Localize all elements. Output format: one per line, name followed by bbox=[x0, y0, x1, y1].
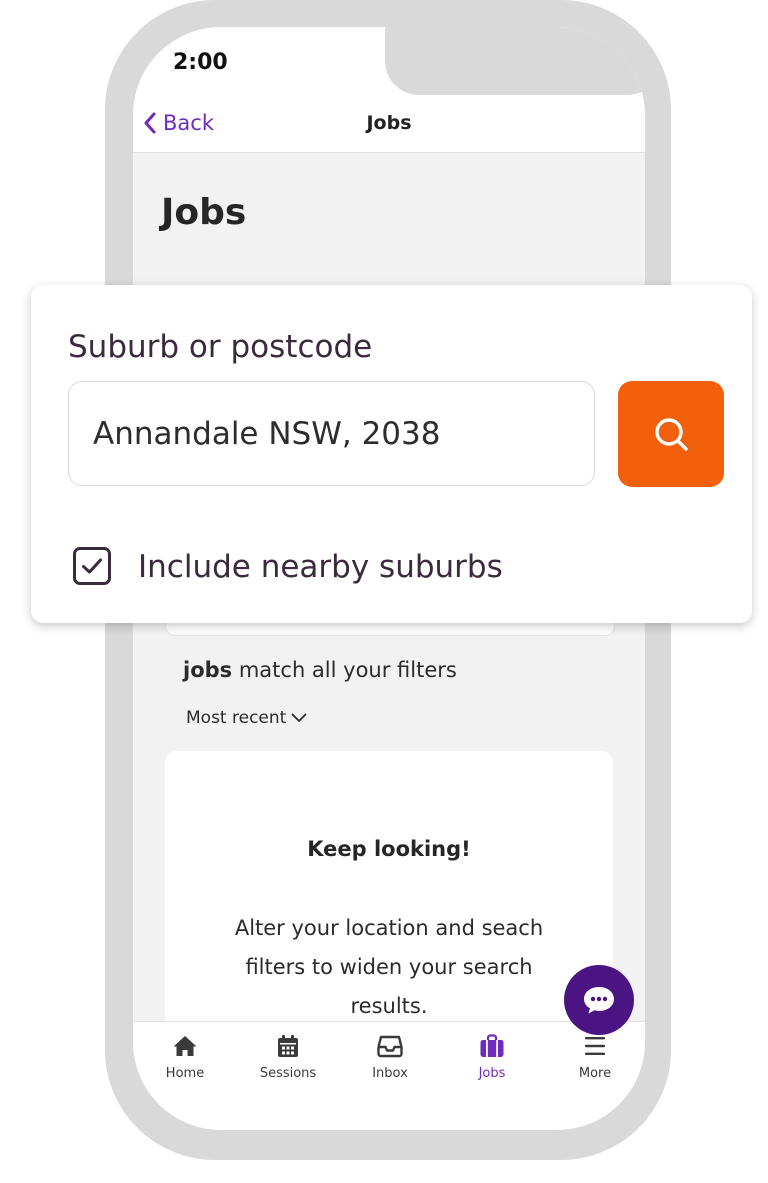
chat-button[interactable] bbox=[564, 965, 634, 1035]
chat-icon bbox=[584, 987, 614, 1014]
nearby-suburbs-checkbox[interactable] bbox=[73, 547, 111, 585]
empty-state-title: Keep looking! bbox=[307, 837, 471, 861]
tab-label: Jobs bbox=[478, 1066, 506, 1081]
tab-sessions[interactable]: Sessions bbox=[237, 1022, 339, 1102]
briefcase-icon bbox=[480, 1034, 504, 1057]
search-icon bbox=[655, 418, 688, 451]
inbox-icon bbox=[377, 1035, 403, 1058]
location-search-card: Suburb or postcode Include nearby suburb… bbox=[31, 285, 752, 623]
nearby-suburbs-label: Include nearby suburbs bbox=[138, 549, 503, 585]
notch bbox=[385, 27, 645, 95]
sort-label: Most recent bbox=[186, 708, 287, 728]
status-time: 2:00 bbox=[173, 50, 228, 75]
location-field-label: Suburb or postcode bbox=[68, 329, 373, 365]
sort-select[interactable]: Most recent bbox=[186, 708, 307, 728]
empty-state-body: Alter your location and seach filters to… bbox=[234, 916, 544, 1018]
calendar-icon bbox=[278, 1035, 298, 1057]
checkmark-icon bbox=[82, 558, 102, 574]
search-button[interactable] bbox=[618, 381, 724, 487]
tab-home[interactable]: Home bbox=[134, 1022, 236, 1102]
match-count-word: jobs bbox=[183, 658, 233, 682]
tab-label: More bbox=[578, 1066, 612, 1081]
nav-title: Jobs bbox=[366, 112, 412, 134]
home-icon bbox=[173, 1036, 197, 1056]
tab-label: Inbox bbox=[372, 1066, 408, 1081]
match-summary-text: match all your filters bbox=[232, 658, 457, 682]
chevron-down-icon bbox=[291, 713, 307, 722]
menu-icon bbox=[585, 1037, 605, 1055]
tab-label: Home bbox=[165, 1066, 205, 1081]
tab-jobs[interactable]: Jobs bbox=[441, 1022, 543, 1102]
tab-inbox[interactable]: Inbox bbox=[339, 1022, 441, 1102]
tab-label: Sessions bbox=[259, 1066, 317, 1081]
empty-state-card: Keep looking! Alter your location and se… bbox=[165, 751, 613, 1051]
location-input[interactable] bbox=[68, 381, 595, 486]
page-title: Jobs bbox=[161, 192, 247, 233]
match-summary: jobs match all your filters bbox=[183, 658, 457, 682]
tab-bar: Home Sessions Inbox Jobs More bbox=[133, 1021, 645, 1130]
